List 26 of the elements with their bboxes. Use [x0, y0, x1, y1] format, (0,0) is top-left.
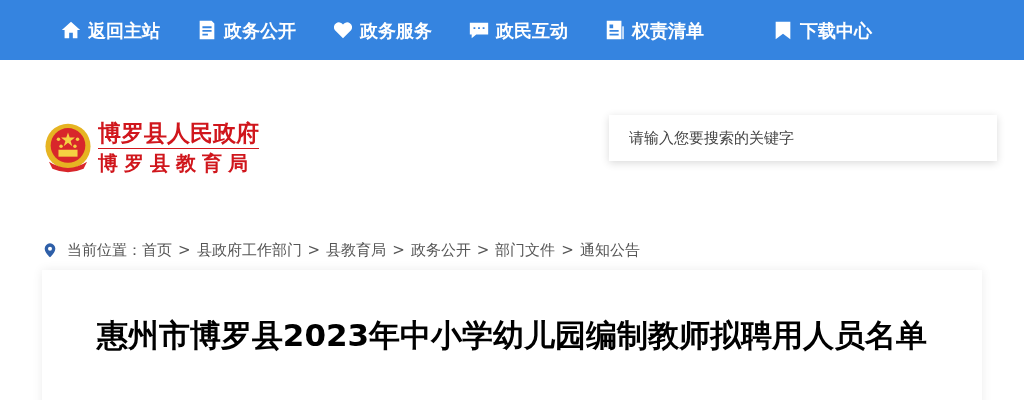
article-title: 惠州市博罗县2023年中小学幼儿园编制教师拟聘用人员名单: [96, 316, 928, 355]
site-title: 博罗县人民政府: [98, 118, 259, 149]
breadcrumb-link[interactable]: 通知公告: [579, 238, 640, 262]
nav-link[interactable]: 政民互动: [468, 16, 568, 44]
breadcrumb-separator: >: [476, 239, 490, 261]
search-field[interactable]: 请输入您要搜索的关键字: [609, 114, 997, 161]
breadcrumb-separator: >: [178, 239, 191, 261]
breadcrumb-separator: >: [307, 239, 321, 261]
nav-link[interactable]: 下载中心: [772, 16, 872, 44]
breadcrumb-separator: >: [392, 239, 405, 261]
breadcrumb-link[interactable]: 政务公开: [410, 238, 471, 262]
breadcrumb-label: 当前位置：: [67, 239, 142, 261]
breadcrumb-link[interactable]: 县教育局: [326, 238, 387, 262]
nav-link[interactable]: 返回主站: [60, 16, 160, 44]
site-subtitle: 博罗县教育局: [98, 150, 255, 177]
nav-link[interactable]: 政务公开: [196, 16, 296, 44]
nav-link[interactable]: 权责清单: [604, 16, 704, 44]
breadcrumb-link[interactable]: 部门文件: [495, 238, 556, 262]
breadcrumb-link[interactable]: 县政府工作部门: [196, 238, 302, 262]
list-icon: [604, 19, 626, 41]
breadcrumb-link[interactable]: 首页: [142, 238, 172, 262]
breadcrumb-separator: >: [561, 239, 574, 261]
home-icon: [60, 19, 82, 41]
heart-icon: [332, 19, 354, 41]
nav-link[interactable]: 政务服务: [332, 16, 432, 44]
location-pin-icon: [42, 241, 58, 259]
